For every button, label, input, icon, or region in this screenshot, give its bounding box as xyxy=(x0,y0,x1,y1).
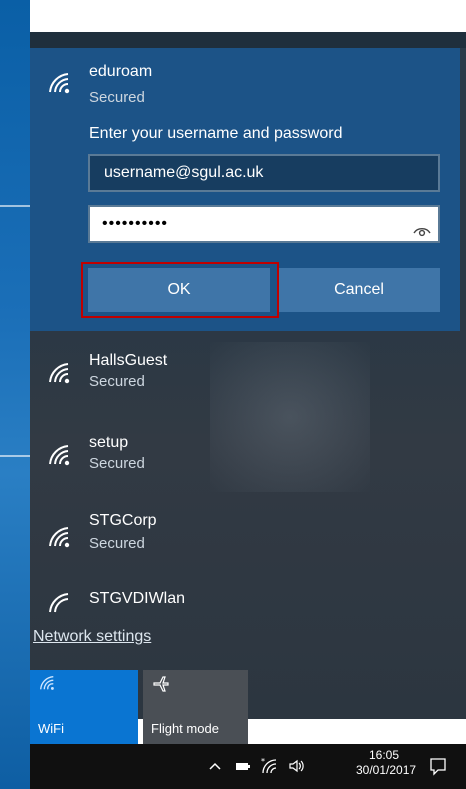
network-status: Secured xyxy=(89,373,145,390)
notification-icon[interactable] xyxy=(428,756,448,776)
credentials-prompt: Enter your username and password xyxy=(89,125,343,142)
network-item[interactable]: setup Secured xyxy=(30,422,460,502)
desktop-background-edge xyxy=(0,0,30,789)
password-mask: •••••••••• xyxy=(102,215,169,232)
username-input[interactable]: username@sgul.ac.uk xyxy=(88,154,440,192)
network-status: Secured xyxy=(89,535,145,552)
flyout-top-strip xyxy=(30,32,466,48)
flight-mode-tile[interactable]: Flight mode xyxy=(143,670,248,744)
network-status: Secured xyxy=(89,89,145,106)
wifi-signal-icon xyxy=(46,524,72,550)
tile-label: WiFi xyxy=(38,721,64,736)
network-item[interactable]: HallsGuest Secured xyxy=(30,340,460,420)
taskbar: * 16:05 30/01/2017 xyxy=(30,744,466,789)
network-item[interactable]: STGVDIWlan xyxy=(30,586,460,622)
cancel-button[interactable]: Cancel xyxy=(278,268,440,312)
wifi-status-icon[interactable]: * xyxy=(260,757,278,775)
ok-button[interactable]: OK xyxy=(88,268,270,312)
clock-date: 30/01/2017 xyxy=(356,763,417,777)
network-item[interactable]: STGCorp Secured xyxy=(30,504,460,584)
clock[interactable]: 16:05 30/01/2017 xyxy=(356,748,417,778)
wifi-signal-icon xyxy=(46,360,72,386)
network-name: HallsGuest xyxy=(89,352,168,369)
network-name: STGVDIWlan xyxy=(89,590,186,607)
reveal-password-icon[interactable] xyxy=(412,216,432,237)
tile-label: Flight mode xyxy=(151,721,219,736)
wifi-icon xyxy=(38,674,58,694)
svg-text:*: * xyxy=(261,757,265,766)
network-settings-link[interactable]: Network settings xyxy=(33,628,151,646)
desktop-streak xyxy=(0,205,30,207)
desktop-streak xyxy=(0,455,30,457)
wifi-signal-icon xyxy=(46,442,72,468)
wifi-signal-icon xyxy=(46,70,72,96)
clock-time: 16:05 xyxy=(368,748,400,762)
wifi-toggle-tile[interactable]: WiFi xyxy=(30,670,138,744)
speaker-icon[interactable] xyxy=(288,757,306,775)
wifi-signal-icon xyxy=(46,590,72,616)
airplane-icon xyxy=(151,674,171,694)
chevron-up-icon[interactable] xyxy=(206,757,224,775)
battery-icon[interactable] xyxy=(234,757,252,775)
password-input[interactable]: •••••••••• xyxy=(88,205,440,243)
network-status: Secured xyxy=(89,455,145,472)
network-name: STGCorp xyxy=(89,512,157,529)
network-name: setup xyxy=(89,434,129,451)
network-name: eduroam xyxy=(89,63,153,80)
